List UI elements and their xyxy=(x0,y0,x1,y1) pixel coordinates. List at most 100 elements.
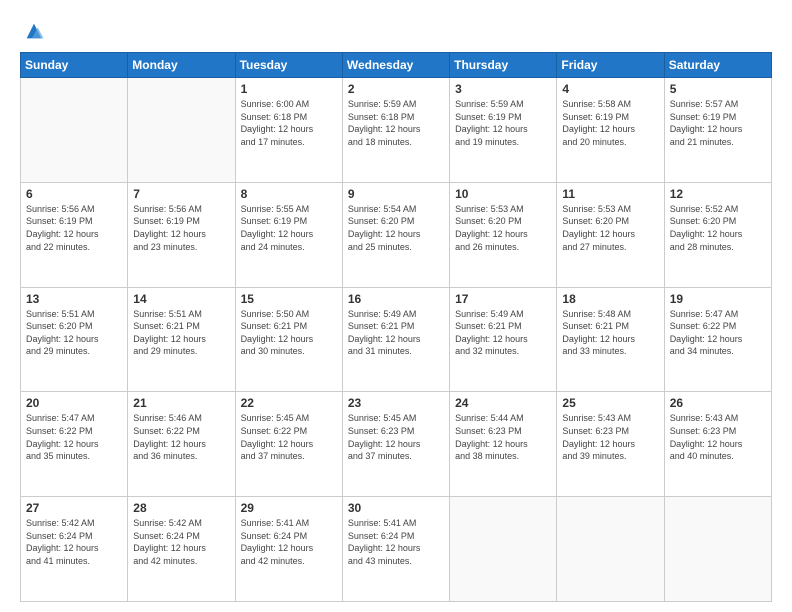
day-number: 14 xyxy=(133,292,229,306)
day-info: Sunrise: 5:56 AM Sunset: 6:19 PM Dayligh… xyxy=(133,203,229,253)
calendar-cell: 30 Sunrise: 5:41 AM Sunset: 6:24 PM Dayli… xyxy=(342,497,449,602)
day-number: 5 xyxy=(670,82,766,96)
day-number: 26 xyxy=(670,396,766,410)
calendar-cell: 17 Sunrise: 5:49 AM Sunset: 6:21 PM Dayli… xyxy=(450,287,557,392)
calendar-cell: 20 Sunrise: 5:47 AM Sunset: 6:22 PM Dayli… xyxy=(21,392,128,497)
day-number: 15 xyxy=(241,292,337,306)
day-info: Sunrise: 5:59 AM Sunset: 6:19 PM Dayligh… xyxy=(455,98,551,148)
weekday-header-tuesday: Tuesday xyxy=(235,53,342,78)
day-info: Sunrise: 5:41 AM Sunset: 6:24 PM Dayligh… xyxy=(348,517,444,567)
day-info: Sunrise: 5:42 AM Sunset: 6:24 PM Dayligh… xyxy=(133,517,229,567)
calendar-week-row: 20 Sunrise: 5:47 AM Sunset: 6:22 PM Dayli… xyxy=(21,392,772,497)
calendar-cell: 11Sunrise: 5:53 AM Sunset: 6:20 PM Dayli… xyxy=(557,182,664,287)
day-info: Sunrise: 5:45 AM Sunset: 6:22 PM Dayligh… xyxy=(241,412,337,462)
day-info: Sunrise: 5:44 AM Sunset: 6:23 PM Dayligh… xyxy=(455,412,551,462)
day-number: 30 xyxy=(348,501,444,515)
calendar-week-row: 1 Sunrise: 6:00 AM Sunset: 6:18 PM Daylig… xyxy=(21,78,772,183)
calendar-cell: 14 Sunrise: 5:51 AM Sunset: 6:21 PM Dayli… xyxy=(128,287,235,392)
page: SundayMondayTuesdayWednesdayThursdayFrid… xyxy=(0,0,792,612)
day-info: Sunrise: 5:41 AM Sunset: 6:24 PM Dayligh… xyxy=(241,517,337,567)
day-number: 6 xyxy=(26,187,122,201)
day-info: Sunrise: 5:58 AM Sunset: 6:19 PM Dayligh… xyxy=(562,98,658,148)
calendar-cell: 19 Sunrise: 5:47 AM Sunset: 6:22 PM Dayli… xyxy=(664,287,771,392)
day-info: Sunrise: 5:47 AM Sunset: 6:22 PM Dayligh… xyxy=(26,412,122,462)
day-info: Sunrise: 5:49 AM Sunset: 6:21 PM Dayligh… xyxy=(455,308,551,358)
day-number: 2 xyxy=(348,82,444,96)
day-info: Sunrise: 5:46 AM Sunset: 6:22 PM Dayligh… xyxy=(133,412,229,462)
weekday-header-saturday: Saturday xyxy=(664,53,771,78)
day-info: Sunrise: 5:47 AM Sunset: 6:22 PM Dayligh… xyxy=(670,308,766,358)
day-number: 24 xyxy=(455,396,551,410)
day-info: Sunrise: 5:43 AM Sunset: 6:23 PM Dayligh… xyxy=(562,412,658,462)
day-info: Sunrise: 5:53 AM Sunset: 6:20 PM Dayligh… xyxy=(455,203,551,253)
day-info: Sunrise: 5:52 AM Sunset: 6:20 PM Dayligh… xyxy=(670,203,766,253)
calendar-cell: 25 Sunrise: 5:43 AM Sunset: 6:23 PM Dayli… xyxy=(557,392,664,497)
calendar-cell xyxy=(664,497,771,602)
day-info: Sunrise: 5:59 AM Sunset: 6:18 PM Dayligh… xyxy=(348,98,444,148)
day-info: Sunrise: 6:00 AM Sunset: 6:18 PM Dayligh… xyxy=(241,98,337,148)
day-info: Sunrise: 5:43 AM Sunset: 6:23 PM Dayligh… xyxy=(670,412,766,462)
day-info: Sunrise: 5:57 AM Sunset: 6:19 PM Dayligh… xyxy=(670,98,766,148)
day-info: Sunrise: 5:54 AM Sunset: 6:20 PM Dayligh… xyxy=(348,203,444,253)
day-number: 12 xyxy=(670,187,766,201)
day-info: Sunrise: 5:56 AM Sunset: 6:19 PM Dayligh… xyxy=(26,203,122,253)
weekday-header-monday: Monday xyxy=(128,53,235,78)
calendar-cell: 22 Sunrise: 5:45 AM Sunset: 6:22 PM Dayli… xyxy=(235,392,342,497)
day-number: 28 xyxy=(133,501,229,515)
weekday-header-thursday: Thursday xyxy=(450,53,557,78)
day-info: Sunrise: 5:55 AM Sunset: 6:19 PM Dayligh… xyxy=(241,203,337,253)
calendar-cell: 3Sunrise: 5:59 AM Sunset: 6:19 PM Daylig… xyxy=(450,78,557,183)
day-info: Sunrise: 5:48 AM Sunset: 6:21 PM Dayligh… xyxy=(562,308,658,358)
calendar-cell: 23 Sunrise: 5:45 AM Sunset: 6:23 PM Dayli… xyxy=(342,392,449,497)
day-number: 17 xyxy=(455,292,551,306)
calendar-cell: 6 Sunrise: 5:56 AM Sunset: 6:19 PM Daylig… xyxy=(21,182,128,287)
day-number: 25 xyxy=(562,396,658,410)
calendar-cell xyxy=(128,78,235,183)
day-number: 1 xyxy=(241,82,337,96)
day-info: Sunrise: 5:51 AM Sunset: 6:21 PM Dayligh… xyxy=(133,308,229,358)
calendar-cell: 4Sunrise: 5:58 AM Sunset: 6:19 PM Daylig… xyxy=(557,78,664,183)
day-info: Sunrise: 5:42 AM Sunset: 6:24 PM Dayligh… xyxy=(26,517,122,567)
calendar-cell: 24 Sunrise: 5:44 AM Sunset: 6:23 PM Dayli… xyxy=(450,392,557,497)
calendar-week-row: 6 Sunrise: 5:56 AM Sunset: 6:19 PM Daylig… xyxy=(21,182,772,287)
day-number: 9 xyxy=(348,187,444,201)
calendar-cell xyxy=(557,497,664,602)
calendar-cell: 16 Sunrise: 5:49 AM Sunset: 6:21 PM Dayli… xyxy=(342,287,449,392)
day-info: Sunrise: 5:50 AM Sunset: 6:21 PM Dayligh… xyxy=(241,308,337,358)
day-number: 19 xyxy=(670,292,766,306)
day-number: 8 xyxy=(241,187,337,201)
calendar-cell: 7Sunrise: 5:56 AM Sunset: 6:19 PM Daylig… xyxy=(128,182,235,287)
day-number: 21 xyxy=(133,396,229,410)
calendar-cell: 5 Sunrise: 5:57 AM Sunset: 6:19 PM Daylig… xyxy=(664,78,771,183)
calendar-week-row: 13Sunrise: 5:51 AM Sunset: 6:20 PM Dayli… xyxy=(21,287,772,392)
calendar-cell: 18 Sunrise: 5:48 AM Sunset: 6:21 PM Dayli… xyxy=(557,287,664,392)
day-number: 20 xyxy=(26,396,122,410)
day-number: 10 xyxy=(455,187,551,201)
calendar-week-row: 27Sunrise: 5:42 AM Sunset: 6:24 PM Dayli… xyxy=(21,497,772,602)
logo-icon xyxy=(23,20,45,42)
calendar-table: SundayMondayTuesdayWednesdayThursdayFrid… xyxy=(20,52,772,602)
calendar-cell xyxy=(450,497,557,602)
calendar-cell: 1 Sunrise: 6:00 AM Sunset: 6:18 PM Daylig… xyxy=(235,78,342,183)
calendar-cell: 28 Sunrise: 5:42 AM Sunset: 6:24 PM Dayli… xyxy=(128,497,235,602)
calendar-cell: 26 Sunrise: 5:43 AM Sunset: 6:23 PM Dayli… xyxy=(664,392,771,497)
day-number: 23 xyxy=(348,396,444,410)
weekday-header-sunday: Sunday xyxy=(21,53,128,78)
calendar-cell: 12 Sunrise: 5:52 AM Sunset: 6:20 PM Dayli… xyxy=(664,182,771,287)
day-number: 16 xyxy=(348,292,444,306)
calendar-cell xyxy=(21,78,128,183)
day-info: Sunrise: 5:49 AM Sunset: 6:21 PM Dayligh… xyxy=(348,308,444,358)
day-number: 29 xyxy=(241,501,337,515)
calendar-cell: 2 Sunrise: 5:59 AM Sunset: 6:18 PM Daylig… xyxy=(342,78,449,183)
logo xyxy=(20,18,45,42)
weekday-header-wednesday: Wednesday xyxy=(342,53,449,78)
day-info: Sunrise: 5:51 AM Sunset: 6:20 PM Dayligh… xyxy=(26,308,122,358)
day-number: 22 xyxy=(241,396,337,410)
calendar-cell: 13Sunrise: 5:51 AM Sunset: 6:20 PM Dayli… xyxy=(21,287,128,392)
header xyxy=(20,18,772,42)
day-number: 18 xyxy=(562,292,658,306)
day-info: Sunrise: 5:53 AM Sunset: 6:20 PM Dayligh… xyxy=(562,203,658,253)
calendar-cell: 15 Sunrise: 5:50 AM Sunset: 6:21 PM Dayli… xyxy=(235,287,342,392)
calendar-header-row: SundayMondayTuesdayWednesdayThursdayFrid… xyxy=(21,53,772,78)
day-info: Sunrise: 5:45 AM Sunset: 6:23 PM Dayligh… xyxy=(348,412,444,462)
